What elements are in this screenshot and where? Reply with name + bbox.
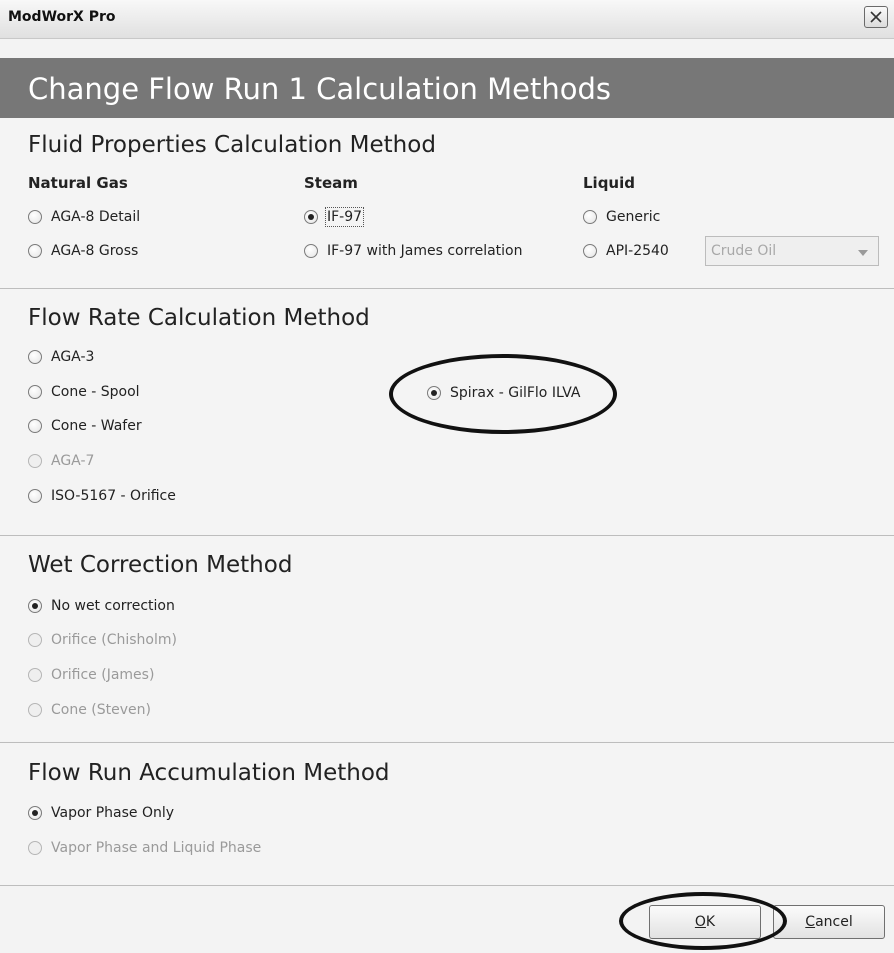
radio-if97-james[interactable]: IF-97 with James correlation <box>304 240 522 262</box>
radio-circle[interactable] <box>583 210 597 224</box>
radio-label: AGA-3 <box>51 349 95 365</box>
accumulation-section-title: Flow Run Accumulation Method <box>28 760 390 786</box>
radio-circle-disabled <box>28 633 42 647</box>
flow-rate-section: Flow Rate Calculation Method AGA-3 Cone … <box>0 289 894 535</box>
radio-orifice-chisholm: Orifice (Chisholm) <box>28 629 177 651</box>
dialog-window: ModWorX Pro Change Flow Run 1 Calculatio… <box>0 0 894 953</box>
radio-circle[interactable] <box>28 385 42 399</box>
fluid-section-title: Fluid Properties Calculation Method <box>28 132 436 158</box>
radio-cone-wafer[interactable]: Cone - Wafer <box>28 415 142 437</box>
close-icon <box>870 11 882 23</box>
radio-circle-disabled <box>28 668 42 682</box>
natural-gas-heading: Natural Gas <box>28 174 128 192</box>
radio-label: Cone - Wafer <box>51 418 142 434</box>
steam-heading: Steam <box>304 174 358 192</box>
radio-spirax-gilflo[interactable]: Spirax - GilFlo ILVA <box>427 382 580 404</box>
radio-cone-spool[interactable]: Cone - Spool <box>28 381 140 403</box>
wet-section-title: Wet Correction Method <box>28 552 293 578</box>
radio-iso5167-orifice[interactable]: ISO-5167 - Orifice <box>28 485 176 507</box>
radio-circle[interactable] <box>28 244 42 258</box>
ok-button[interactable]: OK <box>649 905 761 939</box>
radio-label: AGA-8 Gross <box>51 243 139 259</box>
radio-label: No wet correction <box>51 598 175 614</box>
radio-aga7: AGA-7 <box>28 450 94 472</box>
radio-label: Cone (Steven) <box>51 702 151 718</box>
radio-vapor-liquid-phase: Vapor Phase and Liquid Phase <box>28 837 261 859</box>
accumulation-section: Flow Run Accumulation Method Vapor Phase… <box>0 743 894 885</box>
dropdown-value: Crude Oil <box>711 243 777 259</box>
cancel-label-rest: ancel <box>815 914 853 930</box>
radio-label: ISO-5167 - Orifice <box>51 488 176 504</box>
close-button[interactable] <box>864 6 888 28</box>
radio-circle-selected[interactable] <box>304 210 318 224</box>
radio-aga3[interactable]: AGA-3 <box>28 346 94 368</box>
liquid-heading: Liquid <box>583 174 635 192</box>
radio-label: Orifice (James) <box>51 667 155 683</box>
page-title: Change Flow Run 1 Calculation Methods <box>28 72 612 106</box>
radio-vapor-phase-only[interactable]: Vapor Phase Only <box>28 802 174 824</box>
radio-orifice-james: Orifice (James) <box>28 664 154 686</box>
radio-label: API-2540 <box>606 243 669 259</box>
radio-cone-steven: Cone (Steven) <box>28 699 151 721</box>
header-banner: Change Flow Run 1 Calculation Methods <box>0 58 894 118</box>
section-divider <box>0 885 894 886</box>
radio-generic[interactable]: Generic <box>583 206 660 228</box>
ok-mnemonic: O <box>694 914 706 930</box>
radio-circle[interactable] <box>583 244 597 258</box>
radio-circle-selected[interactable] <box>427 386 441 400</box>
radio-no-wet-correction[interactable]: No wet correction <box>28 595 175 617</box>
radio-aga8-gross[interactable]: AGA-8 Gross <box>28 240 138 262</box>
radio-aga8-detail[interactable]: AGA-8 Detail <box>28 206 140 228</box>
radio-label: AGA-8 Detail <box>51 209 141 225</box>
radio-if97[interactable]: IF-97 <box>304 206 365 228</box>
radio-circle-disabled <box>28 841 42 855</box>
flow-rate-section-title: Flow Rate Calculation Method <box>28 305 370 331</box>
radio-label: Orifice (Chisholm) <box>51 632 177 648</box>
radio-label: Vapor Phase Only <box>51 805 175 821</box>
radio-label: IF-97 with James correlation <box>327 243 523 259</box>
radio-label: Spirax - GilFlo ILVA <box>450 385 581 401</box>
radio-label: Vapor Phase and Liquid Phase <box>51 840 262 856</box>
radio-circle-disabled <box>28 703 42 717</box>
liquid-type-dropdown[interactable]: Crude Oil <box>705 236 879 266</box>
cancel-button[interactable]: Cancel <box>773 905 885 939</box>
radio-circle[interactable] <box>28 210 42 224</box>
radio-label: AGA-7 <box>51 453 95 469</box>
radio-api2540[interactable]: API-2540 <box>583 240 669 262</box>
radio-circle[interactable] <box>28 489 42 503</box>
radio-label: Generic <box>606 209 661 225</box>
ok-label-rest: K <box>705 914 716 930</box>
radio-circle[interactable] <box>28 350 42 364</box>
title-bar: ModWorX Pro <box>0 0 894 39</box>
radio-circle[interactable] <box>28 419 42 433</box>
radio-label: Cone - Spool <box>51 384 140 400</box>
cancel-mnemonic: C <box>805 914 816 930</box>
radio-circle-selected[interactable] <box>28 806 42 820</box>
radio-label: IF-97 <box>324 207 365 227</box>
chevron-down-icon <box>858 250 868 256</box>
radio-circle-disabled <box>28 454 42 468</box>
wet-correction-section: Wet Correction Method No wet correction … <box>0 536 894 741</box>
radio-circle-selected[interactable] <box>28 599 42 613</box>
radio-circle[interactable] <box>304 244 318 258</box>
window-title: ModWorX Pro <box>8 9 116 25</box>
